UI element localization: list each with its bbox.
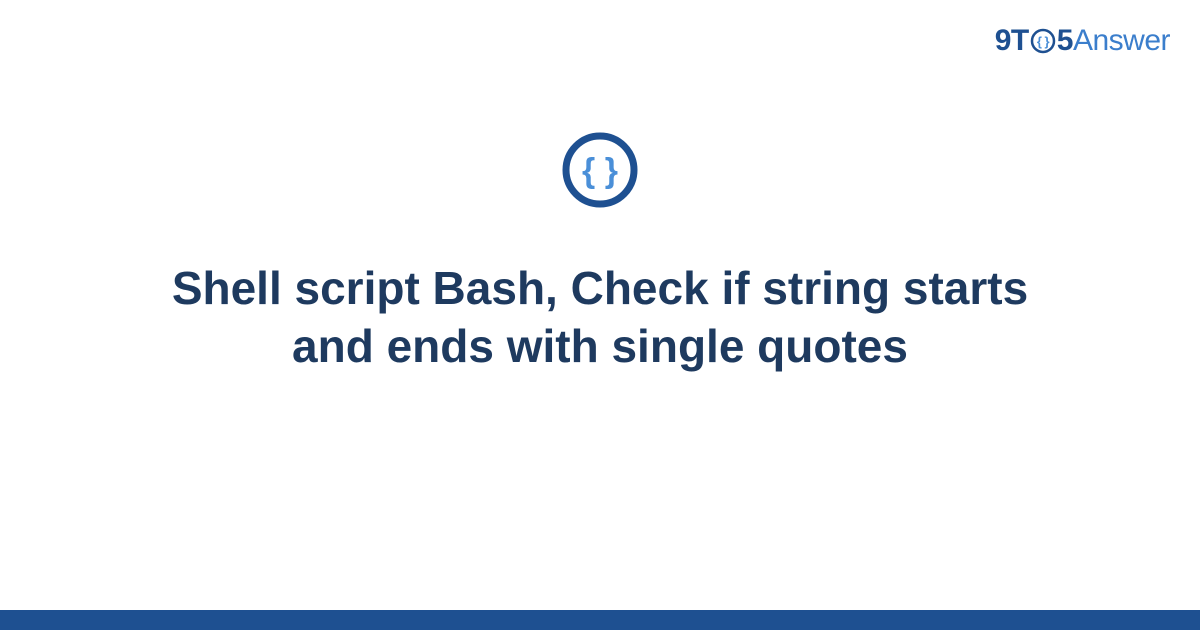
page-title: Shell script Bash, Check if string start… (150, 260, 1050, 375)
svg-text:{ }: { } (582, 152, 618, 190)
logo-text-answer: Answer (1073, 24, 1170, 58)
footer-bar (0, 610, 1200, 630)
svg-text:{ }: { } (1037, 34, 1050, 49)
main-content: { } Shell script Bash, Check if string s… (0, 130, 1200, 375)
logo-text-9t: 9T (995, 24, 1029, 58)
braces-icon-small: { } (1030, 28, 1056, 54)
site-logo: 9T { } 5 Answer (995, 24, 1170, 58)
braces-icon: { } (560, 130, 640, 210)
logo-text-5: 5 (1057, 24, 1073, 58)
